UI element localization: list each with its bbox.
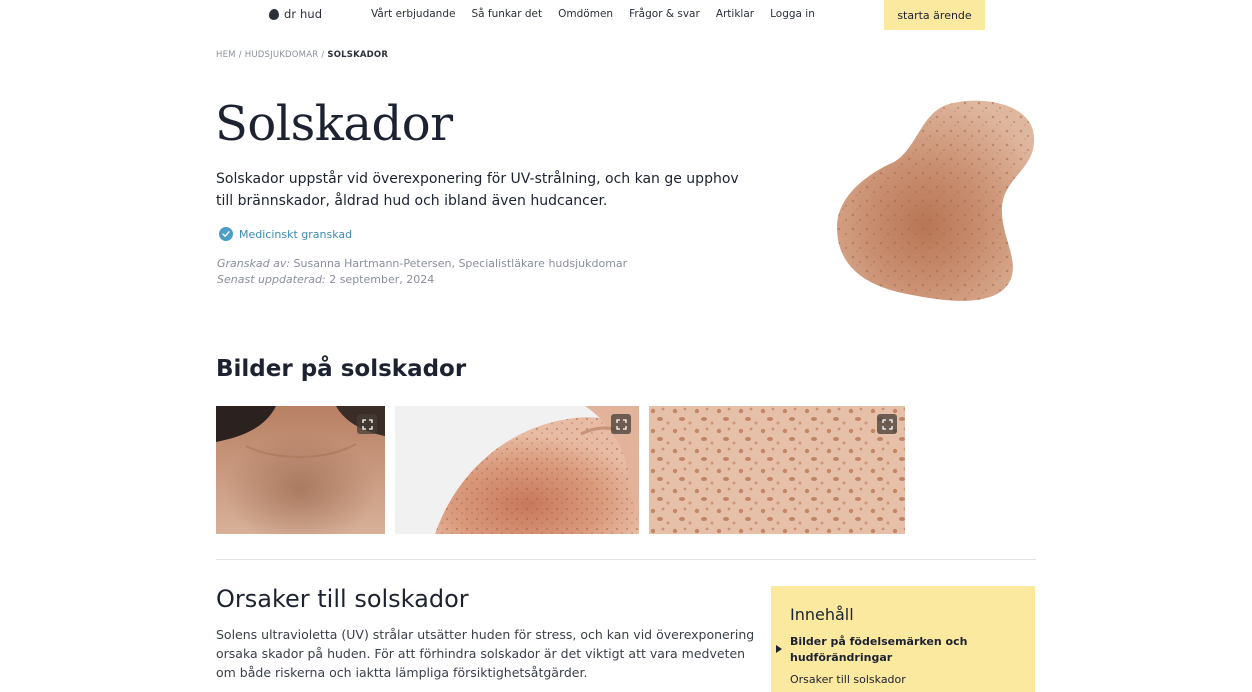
start-case-button[interactable]: starta ärende xyxy=(884,0,985,30)
reviewed-label: Medicinskt granskad xyxy=(239,227,353,241)
causes-paragraph: Solens ultravioletta (UV) strålar utsätt… xyxy=(216,627,755,680)
check-circle-icon xyxy=(219,227,233,241)
toc-item-active[interactable]: Bilder på födelsemärken och hudförändrin… xyxy=(790,634,990,666)
breadcrumb-current: SOLSKADOR xyxy=(327,50,389,60)
breadcrumb-home[interactable]: HEM xyxy=(216,50,236,60)
nav-item-sa-funkar-det[interactable]: Så funkar det xyxy=(471,8,542,20)
last-updated-value: 2 september, 2024 xyxy=(329,273,435,286)
nav-item-logga-in[interactable]: Logga in xyxy=(770,8,815,20)
logo-text: dr hud xyxy=(284,7,323,21)
site-header: dr hud Vårt erbjudande Så funkar det Omd… xyxy=(0,0,1252,30)
logo[interactable]: dr hud xyxy=(269,7,322,21)
hero-skin-image xyxy=(836,100,1035,301)
causes-title: Orsaker till solskador xyxy=(216,585,469,613)
gallery-image-chest[interactable] xyxy=(216,406,385,534)
main-nav: Vårt erbjudande Så funkar det Omdömen Fr… xyxy=(371,8,831,20)
gallery-image-shoulder[interactable] xyxy=(395,406,639,534)
nav-item-omdomen[interactable]: Omdömen xyxy=(558,8,613,20)
breadcrumb-separator: / xyxy=(321,50,325,60)
reviewed-by-label: Granskad av: xyxy=(217,257,291,270)
reviewed-by: Granskad av: Susanna Hartmann-Petersen, … xyxy=(217,256,627,272)
lead-paragraph: Solskador uppstår vid överexponering för… xyxy=(216,171,739,209)
toc-active-arrow-icon xyxy=(776,645,782,653)
last-updated: Senast uppdaterad: 2 september, 2024 xyxy=(217,272,627,288)
nav-item-artiklar[interactable]: Artiklar xyxy=(716,8,754,20)
page-title: Solskador xyxy=(215,96,453,152)
expand-icon[interactable] xyxy=(877,414,897,434)
nav-item-fragor-svar[interactable]: Frågor & svar xyxy=(629,8,700,20)
gallery-image-freckles[interactable] xyxy=(649,406,905,534)
breadcrumb-separator: / xyxy=(238,50,242,60)
gallery-title: Bilder på solskador xyxy=(216,356,467,382)
table-of-contents: Innehåll Bilder på födelsemärken och hud… xyxy=(771,586,1035,692)
medically-reviewed-badge: Medicinskt granskad xyxy=(219,227,352,241)
toc-title: Innehåll xyxy=(790,605,854,624)
logo-drop-icon xyxy=(269,8,279,20)
toc-item-orsaker[interactable]: Orsaker till solskador xyxy=(790,673,906,686)
expand-icon[interactable] xyxy=(611,414,631,434)
breadcrumb: HEM / HUDSJUKDOMAR / SOLSKADOR xyxy=(216,50,388,60)
last-updated-label: Senast uppdaterad: xyxy=(217,273,326,286)
expand-icon[interactable] xyxy=(357,414,377,434)
section-divider xyxy=(216,559,1036,560)
article-meta: Granskad av: Susanna Hartmann-Petersen, … xyxy=(217,256,627,288)
nav-item-erbjudande[interactable]: Vårt erbjudande xyxy=(371,8,455,20)
breadcrumb-hudsjukdomar[interactable]: HUDSJUKDOMAR xyxy=(245,50,319,60)
reviewed-by-value: Susanna Hartmann-Petersen, Specialistläk… xyxy=(293,257,628,270)
